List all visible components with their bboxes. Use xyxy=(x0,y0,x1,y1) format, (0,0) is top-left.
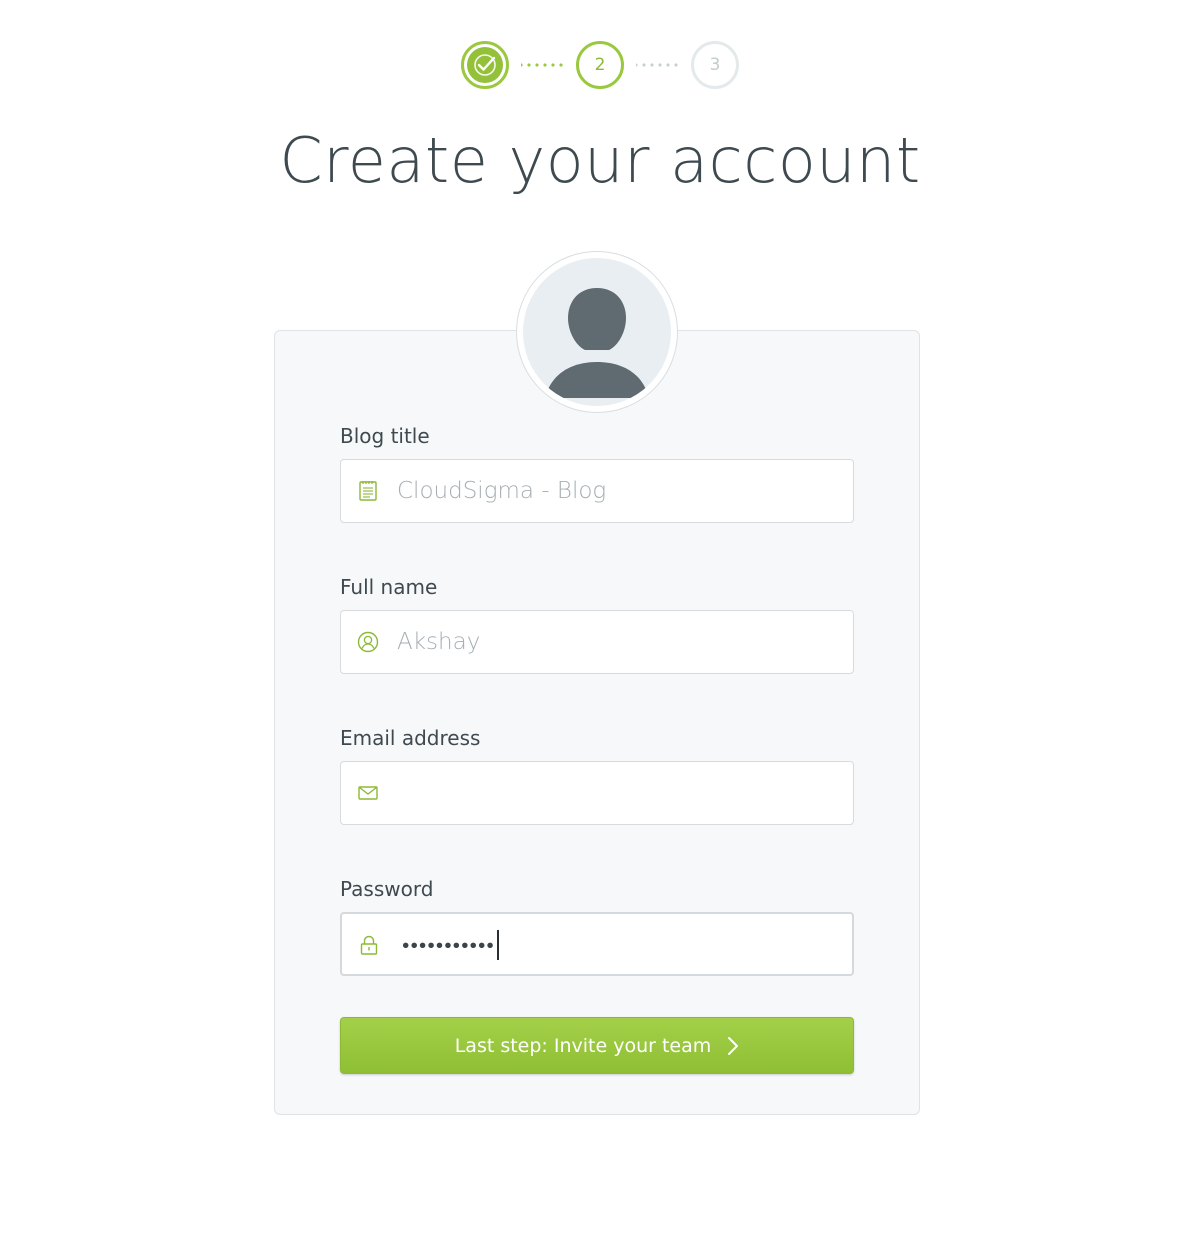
email-field[interactable] xyxy=(340,761,854,825)
full-name-input[interactable] xyxy=(397,611,837,673)
blog-title-input[interactable] xyxy=(397,460,837,522)
user-icon xyxy=(357,631,379,653)
invite-team-button-label: Last step: Invite your team xyxy=(454,1034,712,1057)
notepad-icon xyxy=(357,480,379,502)
step-connector xyxy=(636,63,678,67)
step-1-complete[interactable] xyxy=(461,41,509,89)
blog-title-label: Blog title xyxy=(340,424,430,448)
progress-stepper: 2 3 xyxy=(0,40,1200,90)
step-number: 3 xyxy=(709,55,721,75)
email-input[interactable] xyxy=(397,762,837,824)
password-field[interactable]: ••••••••••• xyxy=(340,912,854,976)
chevron-right-icon xyxy=(727,1036,739,1056)
step-number: 2 xyxy=(594,55,606,75)
step-3-pending[interactable]: 3 xyxy=(691,41,739,89)
text-caret xyxy=(496,930,499,960)
email-label: Email address xyxy=(340,726,481,750)
lock-icon xyxy=(358,934,380,956)
full-name-label: Full name xyxy=(340,575,438,599)
signup-page: 2 3 Create your account Blog title Cloud… xyxy=(0,0,1200,1239)
password-label: Password xyxy=(340,877,434,901)
blog-title-field[interactable] xyxy=(340,459,854,523)
checkmark-icon xyxy=(467,47,503,83)
page-title: Create your account xyxy=(279,124,921,197)
avatar-upload[interactable] xyxy=(516,251,678,413)
invite-team-button[interactable]: Last step: Invite your team xyxy=(340,1017,854,1074)
password-input[interactable]: ••••••••••• xyxy=(400,930,499,962)
full-name-field[interactable] xyxy=(340,610,854,674)
step-2-current[interactable]: 2 xyxy=(576,41,624,89)
envelope-icon xyxy=(357,782,379,804)
step-connector xyxy=(521,63,563,67)
password-masked-value: ••••••••••• xyxy=(400,935,496,958)
avatar-placeholder-icon xyxy=(523,258,671,406)
